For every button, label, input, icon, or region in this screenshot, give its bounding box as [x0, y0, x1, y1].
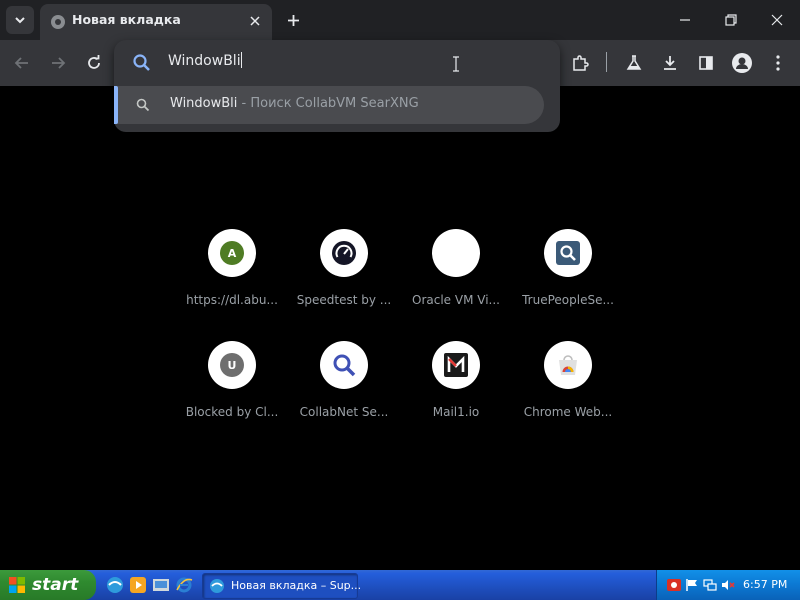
shortcut-icon-bg	[432, 341, 480, 389]
start-button[interactable]: start	[0, 570, 96, 600]
reload-button[interactable]	[80, 49, 108, 77]
puzzle-icon	[573, 55, 589, 71]
download-icon	[664, 56, 676, 70]
close-icon	[771, 14, 783, 26]
suggestion-separator: -	[237, 96, 251, 111]
shortcut-label: Chrome Web...	[523, 405, 613, 419]
arrow-right-icon	[52, 57, 66, 69]
omnibox[interactable]: WindowBli WindowBli - Поиск CollabVM Sea…	[114, 40, 560, 132]
shortcut-icon-bg: A	[208, 229, 256, 277]
shortcut-label: Speedtest by ...	[296, 293, 392, 307]
tab-close-button[interactable]	[246, 12, 264, 30]
mail1-icon	[444, 353, 468, 377]
letter-u-icon: U	[220, 353, 244, 377]
media-player-icon[interactable]	[129, 576, 147, 594]
close-icon	[250, 16, 260, 26]
shortcut-label: Mail1.io	[432, 405, 480, 419]
start-label: start	[32, 575, 79, 595]
volume-muted-icon[interactable]	[721, 578, 735, 592]
shortcut-tile[interactable]: U Blocked by Cl...	[176, 341, 288, 441]
chrome-web-store-icon	[559, 355, 577, 375]
shortcut-icon-bg	[320, 341, 368, 389]
search-icon	[133, 54, 150, 71]
magnifier-icon	[333, 354, 356, 377]
shortcut-label: CollabNet Se...	[299, 405, 389, 419]
browser-icon	[210, 579, 224, 593]
shortcut-tile[interactable]: Mail1.io	[400, 341, 512, 441]
minimize-icon	[680, 19, 690, 21]
clock[interactable]: 6:57 PM	[743, 578, 787, 591]
shortcut-label: https://dl.abu...	[186, 293, 278, 307]
forward-button[interactable]	[44, 49, 72, 77]
side-panel-button[interactable]	[692, 49, 720, 77]
close-window-button[interactable]	[754, 0, 800, 40]
restore-button[interactable]	[708, 0, 754, 40]
minimize-button[interactable]	[662, 0, 708, 40]
address-input[interactable]: WindowBli	[168, 52, 242, 69]
shortcut-icon-bg	[320, 229, 368, 277]
suggestion-text: WindowBli - Поиск CollabVM SearXNG	[170, 96, 419, 111]
suggestion-description: Поиск CollabVM SearXNG	[250, 96, 419, 111]
shortcut-tile[interactable]: TruePeopleSe...	[512, 229, 624, 329]
shortcut-tile[interactable]: Chrome Web...	[512, 341, 624, 441]
reload-icon	[88, 55, 100, 69]
text-caret	[240, 52, 242, 68]
tab-new-tab[interactable]: Новая вкладка	[40, 4, 272, 40]
shortcut-label: Oracle VM Vi...	[412, 293, 500, 307]
taskbar-window-button[interactable]: Новая вкладка – Sup...	[202, 573, 362, 599]
browser-titlebar: Новая вкладка	[0, 0, 800, 40]
blank-icon	[432, 229, 480, 277]
system-tray: 6:57 PM	[656, 570, 800, 600]
omnibox-suggestion[interactable]: WindowBli - Поиск CollabVM SearXNG	[114, 86, 544, 124]
shortcut-tile[interactable]: Oracle VM Vi...	[400, 229, 512, 329]
ibeam-cursor-icon	[453, 56, 459, 72]
show-desktop-icon[interactable]	[152, 576, 170, 594]
shortcut-label: Blocked by Cl...	[185, 405, 279, 419]
network-icon[interactable]	[703, 578, 717, 592]
side-panel-icon	[699, 56, 713, 70]
search-icon	[136, 98, 150, 112]
letter-a-icon: A	[220, 241, 244, 265]
security-alert-icon[interactable]	[667, 578, 681, 592]
shortcut-tile[interactable]: Speedtest by ...	[288, 229, 400, 329]
chrome-favicon-icon	[51, 15, 65, 29]
windows-logo-icon	[9, 577, 25, 593]
plus-icon	[287, 14, 299, 26]
browser-quicklaunch-icon[interactable]	[106, 576, 124, 594]
kebab-menu-icon	[776, 55, 780, 71]
back-button[interactable]	[8, 49, 36, 77]
extensions-button[interactable]	[566, 49, 594, 77]
chevron-down-icon	[15, 17, 25, 24]
profile-button[interactable]	[728, 49, 756, 77]
shortcut-label: TruePeopleSe...	[522, 293, 614, 307]
speedtest-icon	[332, 241, 356, 265]
shortcut-icon-bg: U	[208, 341, 256, 389]
suggestion-selected-indicator	[114, 86, 118, 124]
avatar-icon	[732, 53, 752, 73]
truepeoplesearch-icon	[556, 241, 580, 265]
arrow-left-icon	[14, 57, 28, 69]
restore-icon	[725, 14, 737, 26]
tab-title: Новая вкладка	[72, 12, 181, 27]
shortcut-icon-bg	[544, 341, 592, 389]
flag-icon[interactable]	[685, 578, 699, 592]
shortcut-tile[interactable]: CollabNet Se...	[288, 341, 400, 441]
internet-explorer-icon[interactable]	[175, 576, 193, 594]
flask-icon	[626, 55, 642, 70]
new-tab-button[interactable]	[282, 9, 304, 31]
menu-button[interactable]	[764, 49, 792, 77]
shortcut-tile[interactable]: A https://dl.abu...	[176, 229, 288, 329]
downloads-button[interactable]	[656, 49, 684, 77]
taskbar: start Новая вкладка – Sup... 6:57 PM	[0, 570, 800, 600]
labs-button[interactable]	[620, 49, 648, 77]
toolbar-divider	[606, 52, 607, 72]
shortcut-icon-bg	[544, 229, 592, 277]
taskbar-window-label: Новая вкладка – Sup...	[231, 579, 362, 592]
suggestion-query: WindowBli	[170, 96, 238, 111]
tab-search-button[interactable]	[6, 6, 34, 34]
